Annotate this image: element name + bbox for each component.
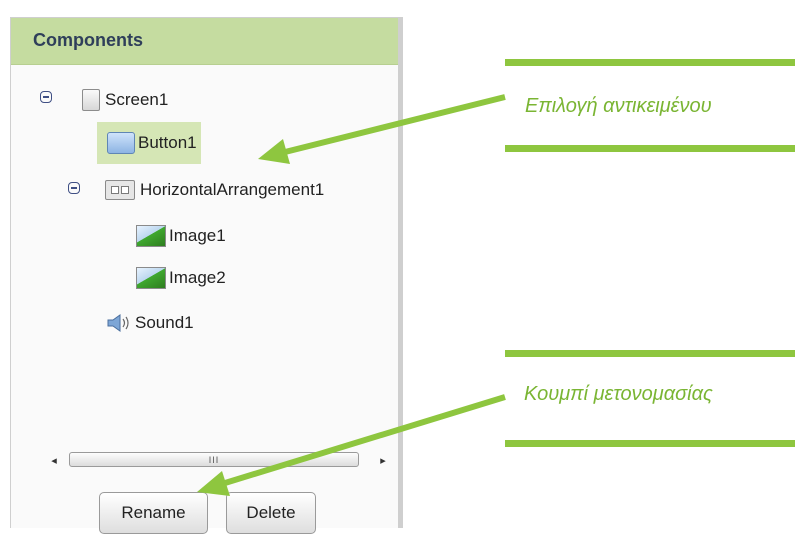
components-panel: Components Screen1 Button1 HorizontalArr… bbox=[10, 17, 400, 534]
tree-node-button1[interactable]: Button1 bbox=[97, 122, 201, 164]
collapse-icon[interactable] bbox=[40, 91, 52, 103]
tree-node-label: Screen1 bbox=[105, 90, 169, 109]
annotation-line bbox=[505, 440, 795, 447]
annotation-select-object: Επιλογή αντικειμένου bbox=[525, 95, 712, 117]
tree-node-horizontal-arrangement1[interactable]: HorizontalArrangement1 bbox=[105, 175, 324, 205]
image-component-icon bbox=[136, 267, 166, 289]
annotation-line bbox=[505, 350, 795, 357]
panel-title: Components bbox=[33, 30, 143, 50]
grip-icon: III bbox=[208, 454, 220, 465]
tree-node-label: Image2 bbox=[169, 268, 226, 287]
tree-node-label: Sound1 bbox=[135, 313, 194, 332]
tree-node-label: HorizontalArrangement1 bbox=[140, 180, 325, 199]
tree-node-screen1[interactable]: Screen1 bbox=[82, 85, 168, 115]
annotation-line bbox=[505, 59, 795, 66]
tree-node-image2[interactable]: Image2 bbox=[136, 263, 226, 293]
collapse-icon[interactable] bbox=[68, 182, 80, 194]
annotation-line bbox=[505, 145, 795, 152]
button-component-icon bbox=[107, 132, 135, 154]
components-panel-header: Components bbox=[11, 18, 399, 65]
tree-node-sound1[interactable]: Sound1 bbox=[106, 308, 194, 338]
scroll-right-icon[interactable]: ▸ bbox=[374, 450, 392, 470]
scroll-left-icon[interactable]: ◂ bbox=[45, 450, 63, 470]
annotation-rename-button: Κουμπί μετονομασίας bbox=[524, 383, 713, 405]
screen-icon bbox=[82, 89, 100, 111]
tree-node-image1[interactable]: Image1 bbox=[136, 221, 226, 251]
sound-component-icon bbox=[107, 314, 129, 332]
horizontal-arrangement-icon bbox=[105, 180, 135, 200]
tree-node-label: Button1 bbox=[138, 133, 197, 152]
horizontal-scrollbar[interactable]: ◂ III ▸ bbox=[45, 450, 392, 470]
panel-border bbox=[398, 17, 403, 528]
scrollbar-thumb[interactable]: III bbox=[69, 452, 359, 467]
image-component-icon bbox=[136, 225, 166, 247]
tree-node-label: Image1 bbox=[169, 226, 226, 245]
